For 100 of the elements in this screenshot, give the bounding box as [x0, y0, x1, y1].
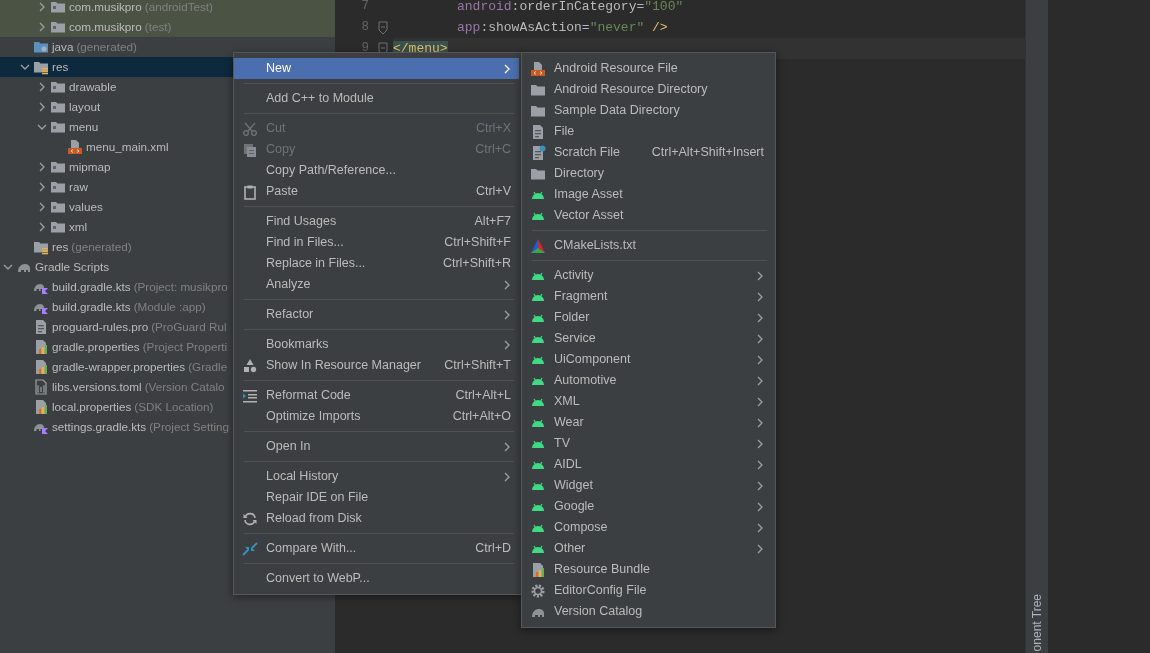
popup-command[interactable]: Sample Data Directory: [522, 100, 772, 121]
popup-command[interactable]: Google: [522, 496, 772, 517]
shortcut-label: Ctrl+D: [475, 540, 511, 558]
tool-window-tab[interactable]: onent Tree: [1028, 593, 1046, 651]
popup-command[interactable]: Wear: [522, 412, 772, 433]
popup-command[interactable]: Find in Files... Ctrl+Shift+F: [234, 232, 519, 253]
popup-command[interactable]: Compose: [522, 517, 772, 538]
popup-command[interactable]: Service: [522, 328, 772, 349]
popup-command[interactable]: TV: [522, 433, 772, 454]
popup-command[interactable]: Version Catalog: [522, 601, 772, 622]
popup-command[interactable]: Analyze: [234, 274, 519, 295]
popup-command[interactable]: Image Asset: [522, 184, 772, 205]
chart-file-icon: [33, 339, 49, 355]
popup-command[interactable]: Scratch File Ctrl+Alt+Shift+Insert: [522, 142, 772, 163]
popup-command[interactable]: Show In Resource Manager Ctrl+Shift+T: [234, 355, 519, 376]
arrows-icon: [242, 540, 258, 557]
folder-icon: [50, 79, 66, 95]
code-line: android:orderInCategory="100": [457, 0, 684, 16]
line-number: 7: [360, 0, 370, 16]
chevron-icon[interactable]: [37, 222, 47, 232]
shortcut-label: Ctrl+Shift+R: [442, 255, 511, 273]
popup-command[interactable]: Activity: [522, 265, 772, 286]
chevron-icon[interactable]: [37, 182, 47, 192]
chevron-icon[interactable]: [37, 202, 47, 212]
popup-command[interactable]: UiComponent: [522, 349, 772, 370]
code-file-icon: [67, 139, 83, 155]
chart-file-icon: [33, 359, 49, 375]
shapes-icon: [242, 357, 258, 374]
chevron-icon[interactable]: [37, 2, 47, 12]
tree-node[interactable]: com.musikpro (test): [0, 17, 335, 37]
chevron-icon[interactable]: [37, 102, 47, 112]
popup-command[interactable]: Compare With... Ctrl+D: [234, 538, 519, 559]
popup-command[interactable]: XML: [522, 391, 772, 412]
folder-icon: [50, 99, 66, 115]
popup-command[interactable]: File: [522, 121, 772, 142]
scissors-icon: [242, 120, 258, 137]
shortcut-label: Ctrl+V: [475, 183, 511, 201]
path-hint: (Module :app): [133, 299, 206, 316]
path-hint: (Project: musikpro: [133, 279, 228, 296]
popup-command[interactable]: EditorConfig File: [522, 580, 772, 601]
popup-command[interactable]: Widget: [522, 475, 772, 496]
popup-command[interactable]: Vector Asset: [522, 205, 772, 226]
popup-command[interactable]: Automotive: [522, 370, 772, 391]
line-number: 9: [360, 40, 370, 58]
popup-command[interactable]: CMakeLists.txt: [522, 235, 772, 256]
path-hint: (Project Properti: [142, 339, 228, 356]
reload-icon: [242, 510, 258, 527]
path-hint: (Gradle: [188, 359, 228, 376]
popup-command[interactable]: Local History: [234, 466, 519, 487]
popup-command[interactable]: Replace in Files... Ctrl+Shift+R: [234, 253, 519, 274]
shortcut-label: Ctrl+Shift+F: [444, 234, 511, 252]
popup-command[interactable]: Other: [522, 538, 772, 559]
folder-icon: [50, 199, 66, 215]
copy-icon: [242, 141, 258, 158]
folder-icon: [33, 239, 49, 255]
folder-icon: [50, 179, 66, 195]
popup-command[interactable]: Bookmarks: [234, 334, 519, 355]
folder-icon: [50, 19, 66, 35]
popup-command[interactable]: Optimize Imports Ctrl+Alt+O: [234, 406, 519, 427]
shortcut-label: Alt+F7: [474, 213, 511, 231]
folder-icon: [50, 119, 66, 135]
shortcut-label: Ctrl+Alt+O: [452, 408, 511, 426]
popup-command[interactable]: New: [234, 58, 519, 79]
popup-command[interactable]: Copy Path/Reference...: [234, 160, 519, 181]
shortcut-label: Ctrl+Alt+Shift+Insert: [651, 144, 764, 162]
popup-command[interactable]: Open In: [234, 436, 519, 457]
path-hint: (SDK Location): [134, 399, 214, 416]
tree-node[interactable]: java (generated): [0, 37, 335, 57]
popup-command[interactable]: Fragment: [522, 286, 772, 307]
clipboard-icon: [242, 183, 258, 200]
popup-command[interactable]: Reload from Disk: [234, 508, 519, 529]
chevron-icon[interactable]: [37, 82, 47, 92]
popup-command[interactable]: Repair IDE on File: [234, 487, 519, 508]
path-hint: (test): [144, 19, 172, 36]
popup-command[interactable]: Android Resource Directory: [522, 79, 772, 100]
scratch-file-icon: [530, 144, 546, 161]
popup-command[interactable]: Add C++ to Module: [234, 88, 519, 109]
path-hint: (androidTest): [144, 0, 213, 16]
tree-node[interactable]: com.musikpro (androidTest): [0, 0, 335, 17]
path-hint: (generated): [76, 39, 137, 56]
chevron-icon[interactable]: [37, 22, 47, 32]
chevron-icon[interactable]: [20, 62, 30, 72]
popup-command[interactable]: AIDL: [522, 454, 772, 475]
popup-command[interactable]: Directory: [522, 163, 772, 184]
chart-file-icon: [33, 399, 49, 415]
gear-icon: [530, 582, 546, 599]
folder-icon: [50, 0, 66, 15]
indent-icon: [242, 387, 258, 404]
chevron-icon[interactable]: [37, 122, 47, 132]
chevron-icon[interactable]: [3, 262, 13, 272]
shortcut-label: Ctrl+Alt+L: [455, 387, 511, 405]
popup-command[interactable]: Reformat Code Ctrl+Alt+L: [234, 385, 519, 406]
popup-command[interactable]: Folder: [522, 307, 772, 328]
path-hint: (Version Catalo: [144, 379, 225, 396]
fold-icon[interactable]: [377, 20, 389, 35]
popup-command[interactable]: Convert to WebP...: [234, 568, 519, 589]
chevron-icon[interactable]: [37, 162, 47, 172]
popup-command[interactable]: Resource Bundle: [522, 559, 772, 580]
popup-command[interactable]: Android Resource File: [522, 58, 772, 79]
folder-icon: [50, 159, 66, 175]
